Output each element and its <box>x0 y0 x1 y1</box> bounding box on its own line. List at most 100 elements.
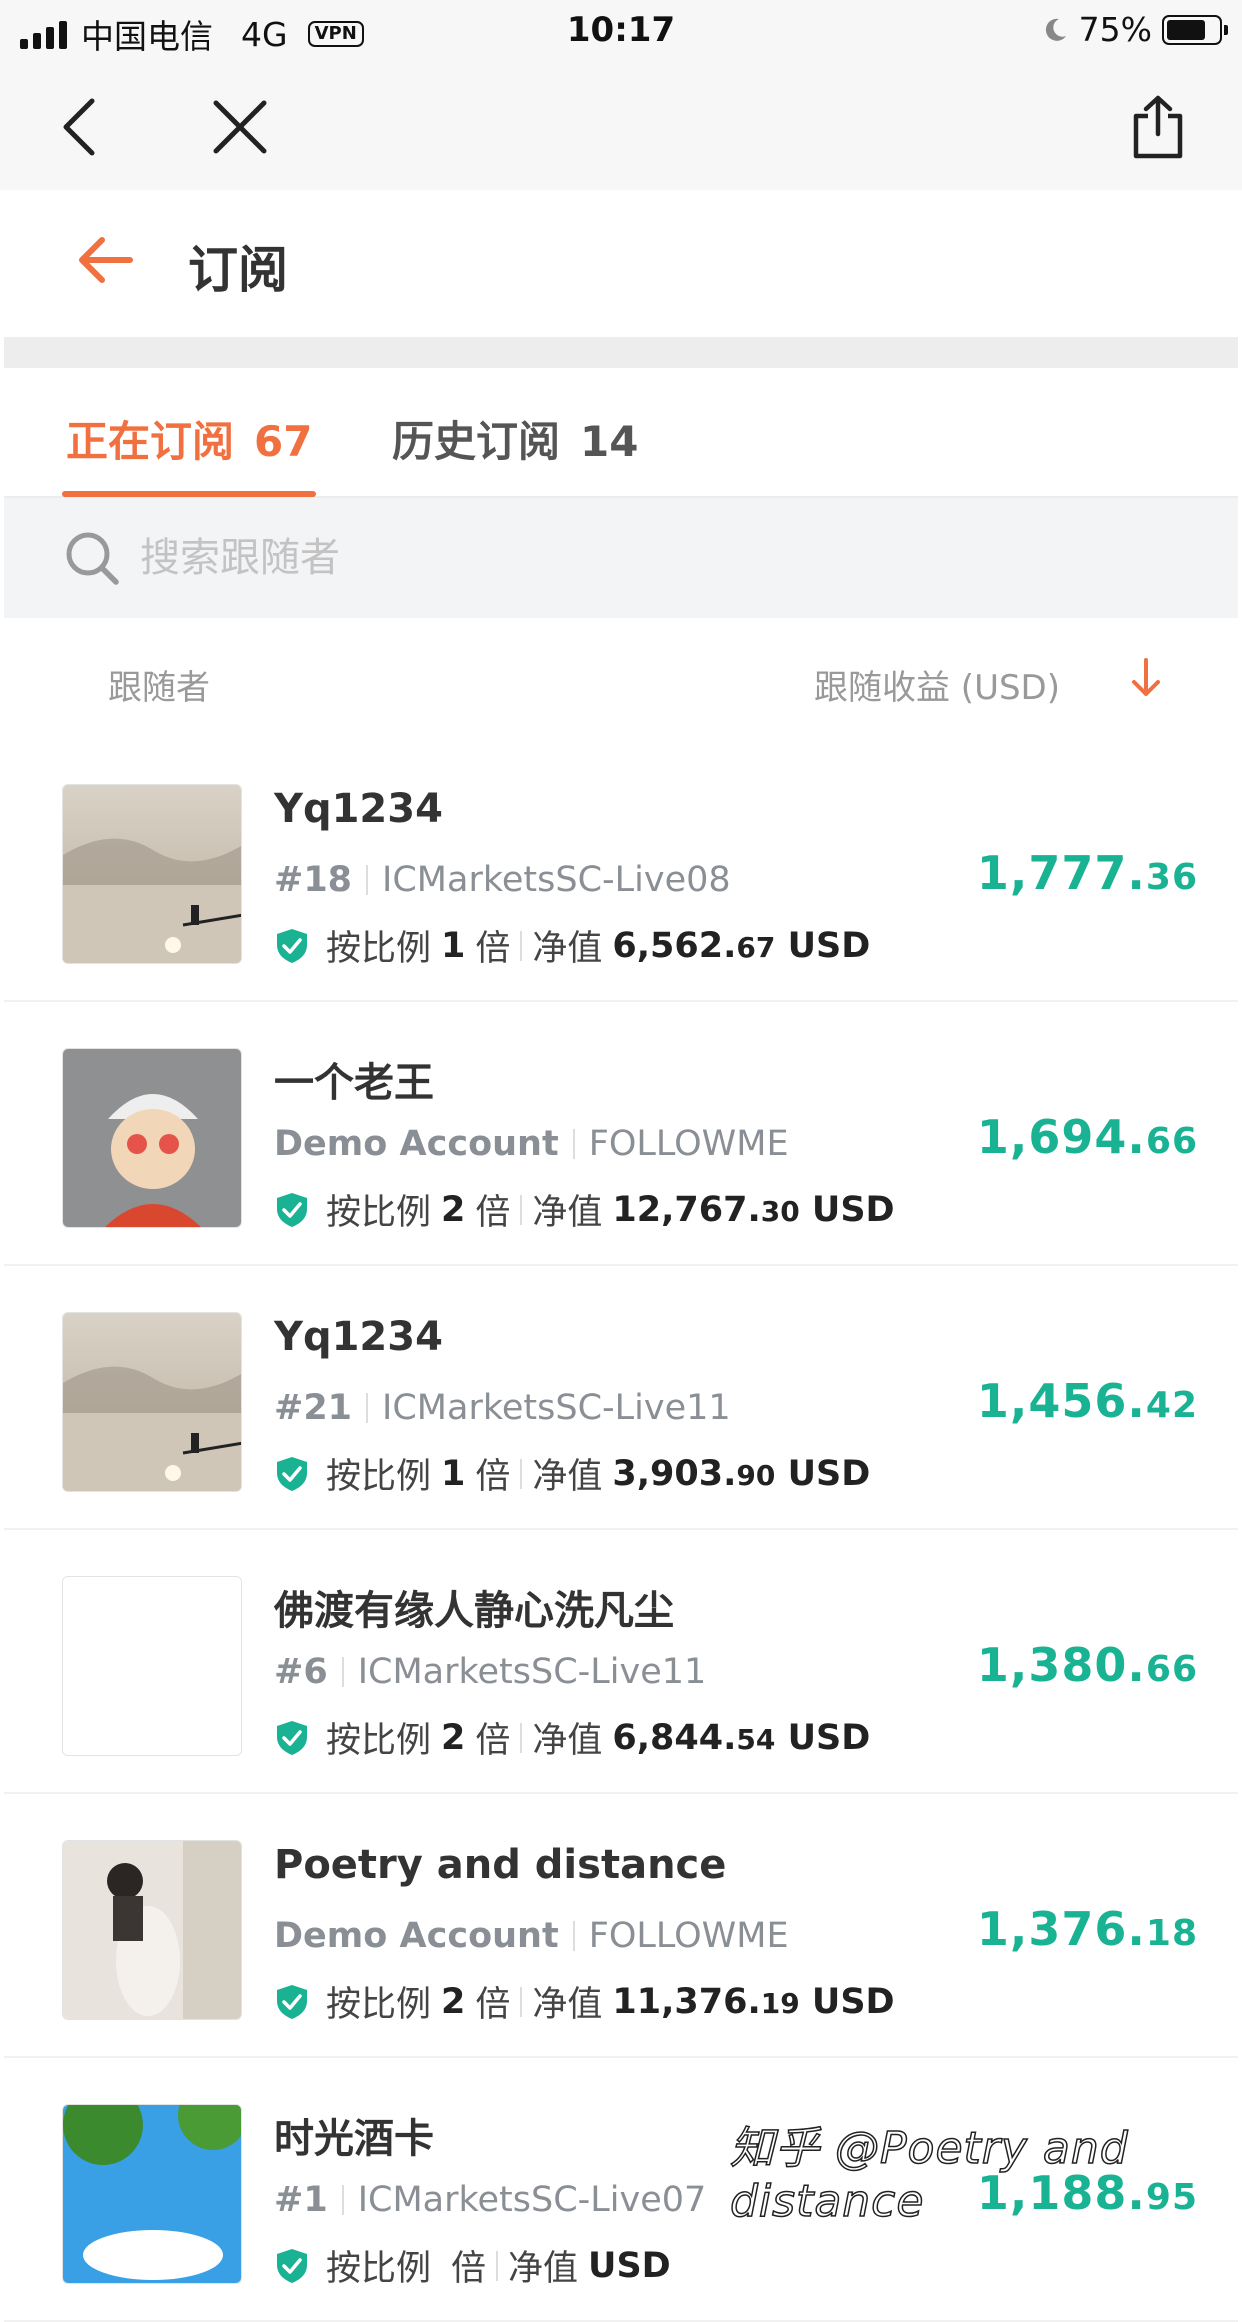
server-name: FOLLOWME <box>588 1916 789 1956</box>
account-id: Demo Account <box>274 1124 559 1164</box>
status-right: 75% <box>1041 10 1228 49</box>
equity-unit: USD <box>588 2245 671 2286</box>
browser-back-button[interactable] <box>40 92 120 162</box>
ratio-value: 1 <box>441 925 466 966</box>
follower-list: Yq1234 #18 ICMarketsSC-Live08 按比例 1 倍 净值… <box>4 738 1238 2322</box>
divider <box>520 1986 523 2017</box>
account-meta: #21 ICMarketsSC-Live11 <box>274 1388 731 1428</box>
follower-row[interactable]: Yq1234 #18 ICMarketsSC-Live08 按比例 1 倍 净值… <box>4 738 1238 1002</box>
status-bar: 中国电信 4G VPN 10:17 75% <box>0 0 1242 64</box>
equity-value: 11,376.19 USD <box>612 1982 894 2022</box>
tab-label: 正在订阅 <box>66 417 235 466</box>
server-name: ICMarketsSC-Live11 <box>357 1652 707 1692</box>
browser-close-button[interactable] <box>200 92 280 162</box>
equity-label: 净值 <box>532 1721 603 1761</box>
battery-fill <box>1167 19 1205 40</box>
follower-name: Yq1234 <box>274 1314 443 1360</box>
equity-int: 12,767. <box>612 1189 761 1230</box>
battery-icon <box>1162 14 1228 45</box>
section-divider <box>4 338 1238 368</box>
profit-dec: 36 <box>1145 857 1198 898</box>
profit-dec: 42 <box>1145 1385 1198 1426</box>
follower-name: 时光酒卡 <box>274 2116 434 2162</box>
back-button[interactable] <box>76 230 146 290</box>
copy-detail: 按比例 2 倍 净值 11,376.19 USD <box>274 1976 895 2027</box>
equity-dec: 90 <box>736 1458 776 1492</box>
avatar <box>62 784 242 964</box>
moon-icon <box>1045 18 1066 41</box>
active-tab-indicator <box>62 491 316 497</box>
follower-name: Yq1234 <box>274 786 443 832</box>
ratio-prefix: 按比例 <box>326 1457 432 1497</box>
ratio-prefix: 按比例 <box>326 929 432 969</box>
profit-int: 1,777. <box>976 846 1146 900</box>
tab-count: 67 <box>254 417 313 466</box>
chevron-left-icon <box>63 98 95 156</box>
verified-shield-icon <box>277 1720 307 1755</box>
copy-detail: 按比例 2 倍 净值 6,844.54 USD <box>274 1712 870 1763</box>
profit-dec: 66 <box>1145 1649 1198 1690</box>
account-id: #1 <box>274 2180 328 2220</box>
ratio-value: 1 <box>441 1453 466 1494</box>
profit-int: 1,456. <box>976 1374 1146 1428</box>
equity-unit: USD <box>787 925 871 966</box>
ratio-value: 2 <box>441 1717 466 1758</box>
follower-row[interactable]: 佛渡有缘人静心洗凡尘 #6 ICMarketsSC-Live11 按比例 2 倍… <box>4 1530 1238 1794</box>
divider <box>366 865 369 895</box>
account-meta: Demo Account FOLLOWME <box>274 1916 789 1956</box>
divider <box>520 1194 523 1225</box>
divider <box>520 1722 523 1753</box>
search-input[interactable] <box>140 526 1040 590</box>
equity-dec: 19 <box>760 1986 800 2020</box>
browser-share-button[interactable] <box>1118 92 1198 162</box>
equity-unit: USD <box>811 1981 895 2022</box>
account-meta: Demo Account FOLLOWME <box>274 1124 789 1164</box>
ratio-suffix: 倍 <box>475 1721 511 1761</box>
profit-dec: 66 <box>1145 1121 1198 1162</box>
server-name: ICMarketsSC-Live11 <box>382 1388 731 1428</box>
ratio-suffix: 倍 <box>475 1457 511 1497</box>
search-icon <box>66 532 119 585</box>
tab-active-subscriptions[interactable]: 正在订阅 67 <box>66 408 312 469</box>
copy-detail: 按比例 1 倍 净值 6,562.67 USD <box>274 920 870 971</box>
follow-profit: 1,376.18 <box>977 1902 1198 1956</box>
avatar <box>62 1576 242 1756</box>
equity-value: 12,767.30 USD <box>612 1190 894 1230</box>
arrow-down-icon[interactable] <box>1126 656 1166 700</box>
ratio-suffix: 倍 <box>475 1985 511 2025</box>
search-bar <box>4 498 1238 618</box>
tab-history-subscriptions[interactable]: 历史订阅 14 <box>392 408 638 469</box>
column-profit[interactable]: 跟随收益 (USD) <box>814 660 1060 709</box>
account-meta: #6 ICMarketsSC-Live11 <box>274 1652 706 1692</box>
account-id: #21 <box>274 1388 353 1428</box>
ratio-prefix: 按比例 <box>326 1985 432 2025</box>
divider <box>496 2250 499 2281</box>
page-header: 订阅 <box>4 190 1238 338</box>
account-meta: #1 ICMarketsSC-Live07 <box>274 2180 706 2220</box>
avatar <box>62 2104 242 2284</box>
avatar <box>62 1048 242 1228</box>
server-name: ICMarketsSC-Live08 <box>382 860 731 900</box>
share-icon <box>1133 95 1183 159</box>
column-headers: 跟随者 跟随收益 (USD) <box>4 618 1238 738</box>
browser-toolbar <box>0 64 1242 190</box>
ratio-prefix: 按比例 <box>326 1193 432 1233</box>
server-name: FOLLOWME <box>588 1124 789 1164</box>
follower-name: 一个老王 <box>274 1060 434 1106</box>
ratio-value: 2 <box>441 1189 466 1230</box>
follower-row[interactable]: 一个老王 Demo Account FOLLOWME 按比例 2 倍 净值 12… <box>4 1002 1238 1266</box>
profit-dec: 18 <box>1145 1913 1198 1954</box>
divider <box>520 930 523 961</box>
equity-dec: 67 <box>736 930 776 964</box>
follower-row[interactable]: Poetry and distance Demo Account FOLLOWM… <box>4 1794 1238 2058</box>
watermark: 知乎 @Poetry and distance <box>729 2122 1129 2228</box>
account-id: #18 <box>274 860 353 900</box>
close-icon <box>213 100 267 154</box>
profit-int: 1,380. <box>976 1638 1146 1692</box>
follow-profit: 1,777.36 <box>977 846 1198 900</box>
account-meta: #18 ICMarketsSC-Live08 <box>274 860 731 900</box>
follower-row[interactable]: Yq1234 #21 ICMarketsSC-Live11 按比例 1 倍 净值… <box>4 1266 1238 1530</box>
equity-dec: 54 <box>736 1722 776 1756</box>
equity-label: 净值 <box>508 2249 579 2289</box>
copy-detail: 按比例 1 倍 净值 3,903.90 USD <box>274 1448 870 1499</box>
